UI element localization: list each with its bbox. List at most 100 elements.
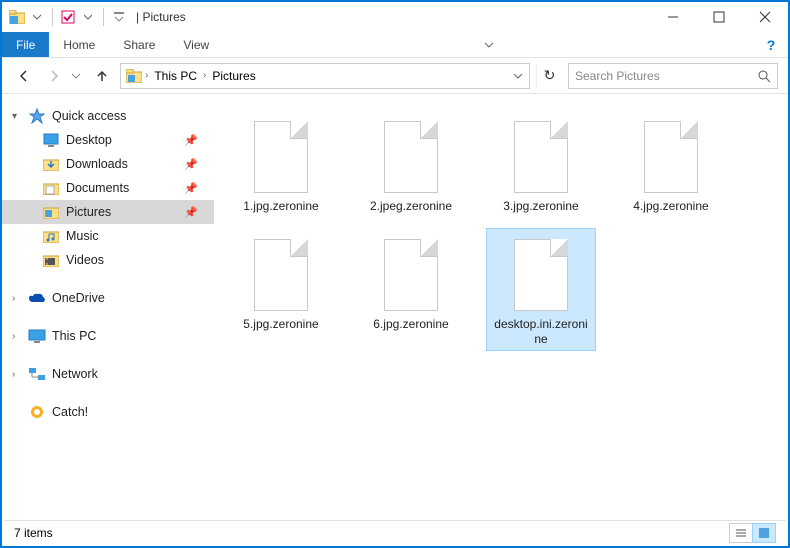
window-controls <box>650 2 788 32</box>
sidebar-label: Quick access <box>52 109 126 123</box>
sidebar-label: Documents <box>66 181 129 195</box>
pin-icon: 📌 <box>184 206 198 219</box>
sidebar-label: Catch! <box>52 405 88 419</box>
sidebar-label: OneDrive <box>52 291 105 305</box>
recent-locations-button[interactable] <box>72 72 84 80</box>
sidebar-item-network[interactable]: › Network <box>2 362 214 386</box>
file-icon <box>376 233 446 313</box>
pictures-icon <box>42 204 60 220</box>
sidebar-item-music[interactable]: Music <box>2 224 214 248</box>
downloads-icon <box>42 156 60 172</box>
videos-icon <box>42 252 60 268</box>
main-area: ▾ Quick access Desktop 📌 Downloads 📌 Doc… <box>2 94 788 524</box>
file-item[interactable]: 5.jpg.zeronine <box>226 228 336 351</box>
sidebar-item-downloads[interactable]: Downloads 📌 <box>2 152 214 176</box>
chevron-right-icon[interactable]: › <box>201 70 208 81</box>
ribbon-help-button[interactable]: ? <box>754 32 788 57</box>
file-name: desktop.ini.zeronine <box>491 317 591 346</box>
sidebar-label: Videos <box>66 253 104 267</box>
window-title: | Pictures <box>136 10 186 24</box>
search-placeholder: Search Pictures <box>575 69 660 83</box>
sidebar-item-onedrive[interactable]: › OneDrive <box>2 286 214 310</box>
chevron-down-icon: ▾ <box>12 111 22 122</box>
sidebar-item-catch[interactable]: › Catch! <box>2 400 214 424</box>
details-view-button[interactable] <box>729 523 753 543</box>
navigation-pane: ▾ Quick access Desktop 📌 Downloads 📌 Doc… <box>2 94 214 524</box>
maximize-button[interactable] <box>696 2 742 32</box>
ribbon: File Home Share View ? <box>2 32 788 58</box>
cloud-icon <box>28 290 46 306</box>
sidebar-item-pictures[interactable]: Pictures 📌 <box>2 200 214 224</box>
file-item[interactable]: 2.jpeg.zeronine <box>356 110 466 218</box>
pin-icon: 📌 <box>184 134 198 147</box>
qat-dropdown-icon[interactable] <box>28 8 46 26</box>
file-icon <box>506 115 576 195</box>
minimize-button[interactable] <box>650 2 696 32</box>
refresh-button[interactable]: ↻ <box>536 64 562 88</box>
computer-icon <box>28 328 46 344</box>
file-icon <box>636 115 706 195</box>
overflow-icon[interactable] <box>110 8 128 26</box>
file-item[interactable]: 6.jpg.zeronine <box>356 228 466 351</box>
file-list[interactable]: 1.jpg.zeronine 2.jpeg.zeronine 3.jpg.zer… <box>214 94 788 524</box>
sidebar-item-videos[interactable]: Videos <box>2 248 214 272</box>
chevron-right-icon: › <box>12 293 22 304</box>
sidebar-label: Network <box>52 367 98 381</box>
music-icon <box>42 228 60 244</box>
file-icon <box>246 115 316 195</box>
back-button[interactable] <box>12 64 36 88</box>
file-icon <box>246 233 316 313</box>
status-bar: 7 items <box>4 520 786 544</box>
catch-icon <box>28 404 46 420</box>
chevron-right-icon[interactable]: › <box>143 70 150 81</box>
chevron-right-icon: › <box>12 331 22 342</box>
explorer-icon <box>8 8 26 26</box>
titlebar: | Pictures <box>2 2 788 32</box>
address-dropdown-icon[interactable] <box>511 71 525 81</box>
navbar: › This PC › Pictures ↻ Search Pictures <box>2 58 788 94</box>
file-name: 6.jpg.zeronine <box>373 317 448 331</box>
large-icons-view-button[interactable] <box>752 523 776 543</box>
tab-share[interactable]: Share <box>109 32 169 57</box>
file-name: 1.jpg.zeronine <box>243 199 318 213</box>
sidebar-label: Downloads <box>66 157 128 171</box>
sidebar-label: This PC <box>52 329 96 343</box>
tab-home[interactable]: Home <box>49 32 109 57</box>
sidebar-item-quick-access[interactable]: ▾ Quick access <box>2 104 214 128</box>
qat-dropdown2-icon[interactable] <box>79 8 97 26</box>
file-item[interactable]: 1.jpg.zeronine <box>226 110 336 218</box>
folder-icon <box>125 68 143 84</box>
network-icon <box>28 366 46 382</box>
sidebar-item-thispc[interactable]: › This PC <box>2 324 214 348</box>
file-item[interactable]: 4.jpg.zeronine <box>616 110 726 218</box>
documents-icon <box>42 180 60 196</box>
file-item[interactable]: desktop.ini.zeronine <box>486 228 596 351</box>
ribbon-expand-button[interactable] <box>472 32 506 57</box>
breadcrumb-thispc[interactable]: This PC <box>150 69 201 83</box>
breadcrumb-pictures[interactable]: Pictures <box>208 69 259 83</box>
file-name: 3.jpg.zeronine <box>503 199 578 213</box>
close-button[interactable] <box>742 2 788 32</box>
sidebar-label: Desktop <box>66 133 112 147</box>
sidebar-item-documents[interactable]: Documents 📌 <box>2 176 214 200</box>
file-item[interactable]: 3.jpg.zeronine <box>486 110 596 218</box>
sidebar-label: Pictures <box>66 205 111 219</box>
tab-view[interactable]: View <box>169 32 223 57</box>
tab-file[interactable]: File <box>2 32 49 57</box>
desktop-icon <box>42 132 60 148</box>
item-count: 7 items <box>14 526 53 540</box>
pin-icon: 📌 <box>184 182 198 195</box>
file-icon <box>376 115 446 195</box>
forward-button[interactable] <box>42 64 66 88</box>
sidebar-item-desktop[interactable]: Desktop 📌 <box>2 128 214 152</box>
file-icon <box>506 233 576 313</box>
search-icon <box>757 69 771 83</box>
properties-icon[interactable] <box>59 8 77 26</box>
search-input[interactable]: Search Pictures <box>568 63 778 89</box>
up-button[interactable] <box>90 64 114 88</box>
quick-access-toolbar <box>2 8 128 26</box>
star-icon <box>28 108 46 124</box>
separator <box>52 8 53 26</box>
file-name: 5.jpg.zeronine <box>243 317 318 331</box>
address-bar[interactable]: › This PC › Pictures <box>120 63 530 89</box>
